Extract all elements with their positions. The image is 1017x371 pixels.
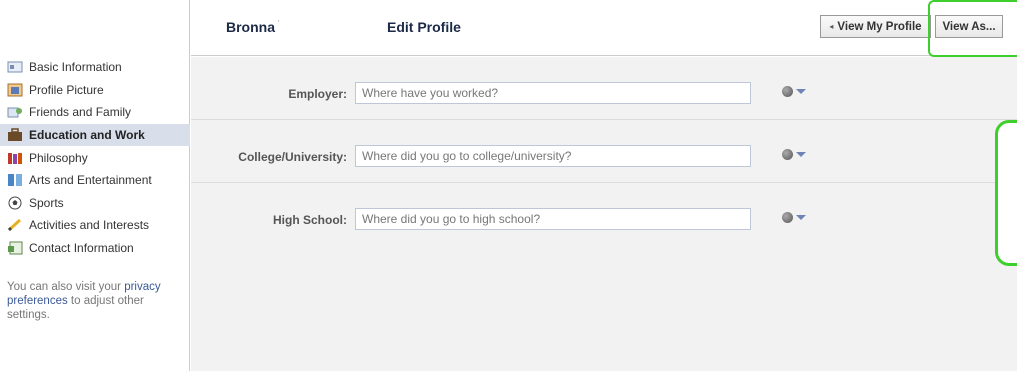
sidebar-item-label: Basic Information [29, 60, 122, 75]
chevron-down-icon [796, 89, 806, 94]
form-row-employer: Employer: [191, 57, 1017, 120]
highlight-annotation-box [928, 0, 1017, 57]
books-icon [7, 151, 23, 165]
sidebar-item-sports[interactable]: Sports [0, 192, 190, 215]
high-school-input[interactable] [355, 208, 751, 230]
form-row-college: College/University: [191, 120, 1017, 183]
left-arrow-icon: ◂ [829, 22, 834, 31]
sidebar-nav: Basic Information Profile Picture Friend… [0, 56, 190, 259]
sidebar-item-label: Sports [29, 195, 64, 210]
tooltip-callout [995, 120, 1017, 266]
sidebar-privacy-note: You can also visit your privacy preferen… [7, 281, 161, 321]
sidebar-item-profile-picture[interactable]: Profile Picture [0, 79, 190, 102]
view-my-profile-button[interactable]: ◂ View My Profile [820, 15, 931, 38]
briefcase-icon [7, 128, 23, 142]
sidebar-item-label: Education and Work [29, 128, 145, 143]
high-school-label: High School: [273, 213, 347, 227]
pencil-icon [7, 218, 23, 232]
sidebar-item-arts-and-entertainment[interactable]: Arts and Entertainment [0, 169, 190, 192]
chevron-down-icon [796, 152, 806, 157]
sidebar-item-label: Activities and Interests [29, 218, 150, 233]
film-icon [7, 173, 23, 187]
friends-icon [7, 105, 23, 119]
page-title: Edit Profile [387, 19, 461, 35]
sidebar-item-contact-information[interactable]: Contact Information [0, 237, 190, 260]
sidebar-item-philosophy[interactable]: Philosophy [0, 146, 190, 169]
sidebar-item-label: Contact Information [29, 241, 134, 256]
sidebar-item-basic-information[interactable]: Basic Information [0, 56, 190, 79]
high-school-privacy-selector[interactable] [782, 212, 806, 223]
sidebar: Basic Information Profile Picture Friend… [0, 0, 190, 371]
sidebar-item-activities-and-interests[interactable]: Activities and Interests [0, 214, 190, 237]
college-privacy-selector[interactable] [782, 149, 806, 160]
employer-label: Employer: [288, 87, 347, 101]
sidebar-item-label: Philosophy [29, 150, 88, 165]
chevron-down-icon [796, 215, 806, 220]
globe-icon [782, 212, 793, 223]
sidebar-item-education-and-work[interactable]: Education and Work [0, 123, 190, 147]
view-my-profile-label: View My Profile [837, 20, 922, 33]
page-header: Bronna ' Edit Profile ◂ View My Profile V… [191, 0, 1017, 56]
contact-card-icon [7, 241, 23, 255]
globe-icon [782, 149, 793, 160]
education-work-form: Employer: College/University: High Schoo… [191, 57, 1017, 371]
picture-icon [7, 83, 23, 97]
college-label: College/University: [238, 150, 347, 164]
sidebar-item-label: Profile Picture [29, 82, 104, 97]
sidebar-item-label: Arts and Entertainment [29, 173, 152, 188]
profile-name[interactable]: Bronna ' [226, 19, 280, 35]
employer-privacy-selector[interactable] [782, 86, 806, 97]
sidebar-item-friends-and-family[interactable]: Friends and Family [0, 101, 190, 124]
sidebar-item-label: Friends and Family [29, 105, 132, 120]
id-card-icon [7, 60, 23, 74]
globe-icon [782, 86, 793, 97]
soccer-ball-icon [7, 196, 23, 210]
profile-name-mark: ' [278, 19, 280, 29]
form-row-high-school: High School: [191, 183, 1017, 246]
employer-input[interactable] [355, 82, 751, 104]
college-input[interactable] [355, 145, 751, 167]
